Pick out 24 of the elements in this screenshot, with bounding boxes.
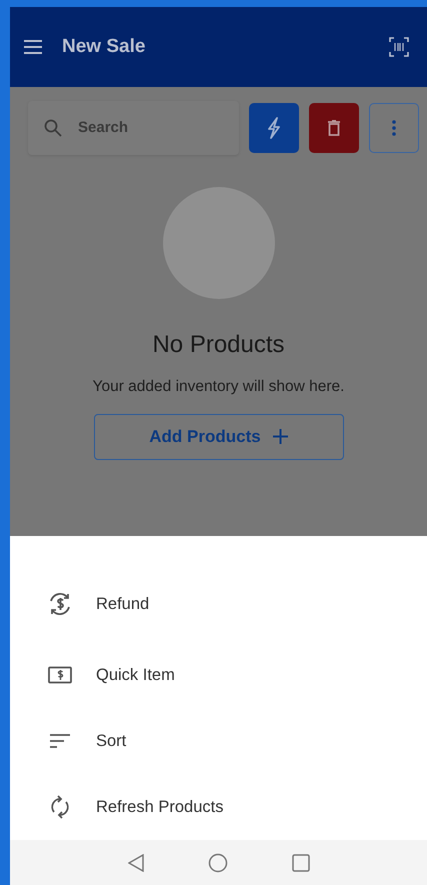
search-field[interactable]: Search — [28, 100, 239, 155]
delete-button[interactable] — [309, 102, 359, 153]
quick-sale-button[interactable] — [249, 102, 299, 153]
refresh-icon — [50, 795, 70, 820]
empty-state-title: No Products — [151, 330, 286, 360]
more-icon — [392, 120, 396, 136]
menu-item[interactable]: Refund — [10, 576, 427, 632]
cash-icon — [48, 666, 72, 684]
screen-title: New Sale — [62, 34, 146, 59]
plus-icon — [272, 429, 288, 444]
menu-item[interactable]: Refresh Products — [10, 774, 427, 840]
back-icon[interactable] — [128, 854, 144, 872]
recents-icon[interactable] — [292, 854, 310, 872]
menu-icon[interactable] — [24, 40, 42, 54]
search-icon — [44, 118, 62, 137]
menu-item[interactable]: Quick Item — [10, 642, 427, 708]
barcode-scan-icon[interactable] — [389, 36, 409, 57]
refund-icon — [47, 591, 73, 618]
home-icon[interactable] — [208, 852, 228, 873]
menu-item[interactable]: Sort — [10, 708, 427, 774]
lightning-icon — [267, 116, 281, 139]
trash-icon — [328, 120, 340, 136]
empty-state-message: Your added inventory will show here. — [92, 376, 346, 397]
sort-icon — [49, 733, 71, 750]
